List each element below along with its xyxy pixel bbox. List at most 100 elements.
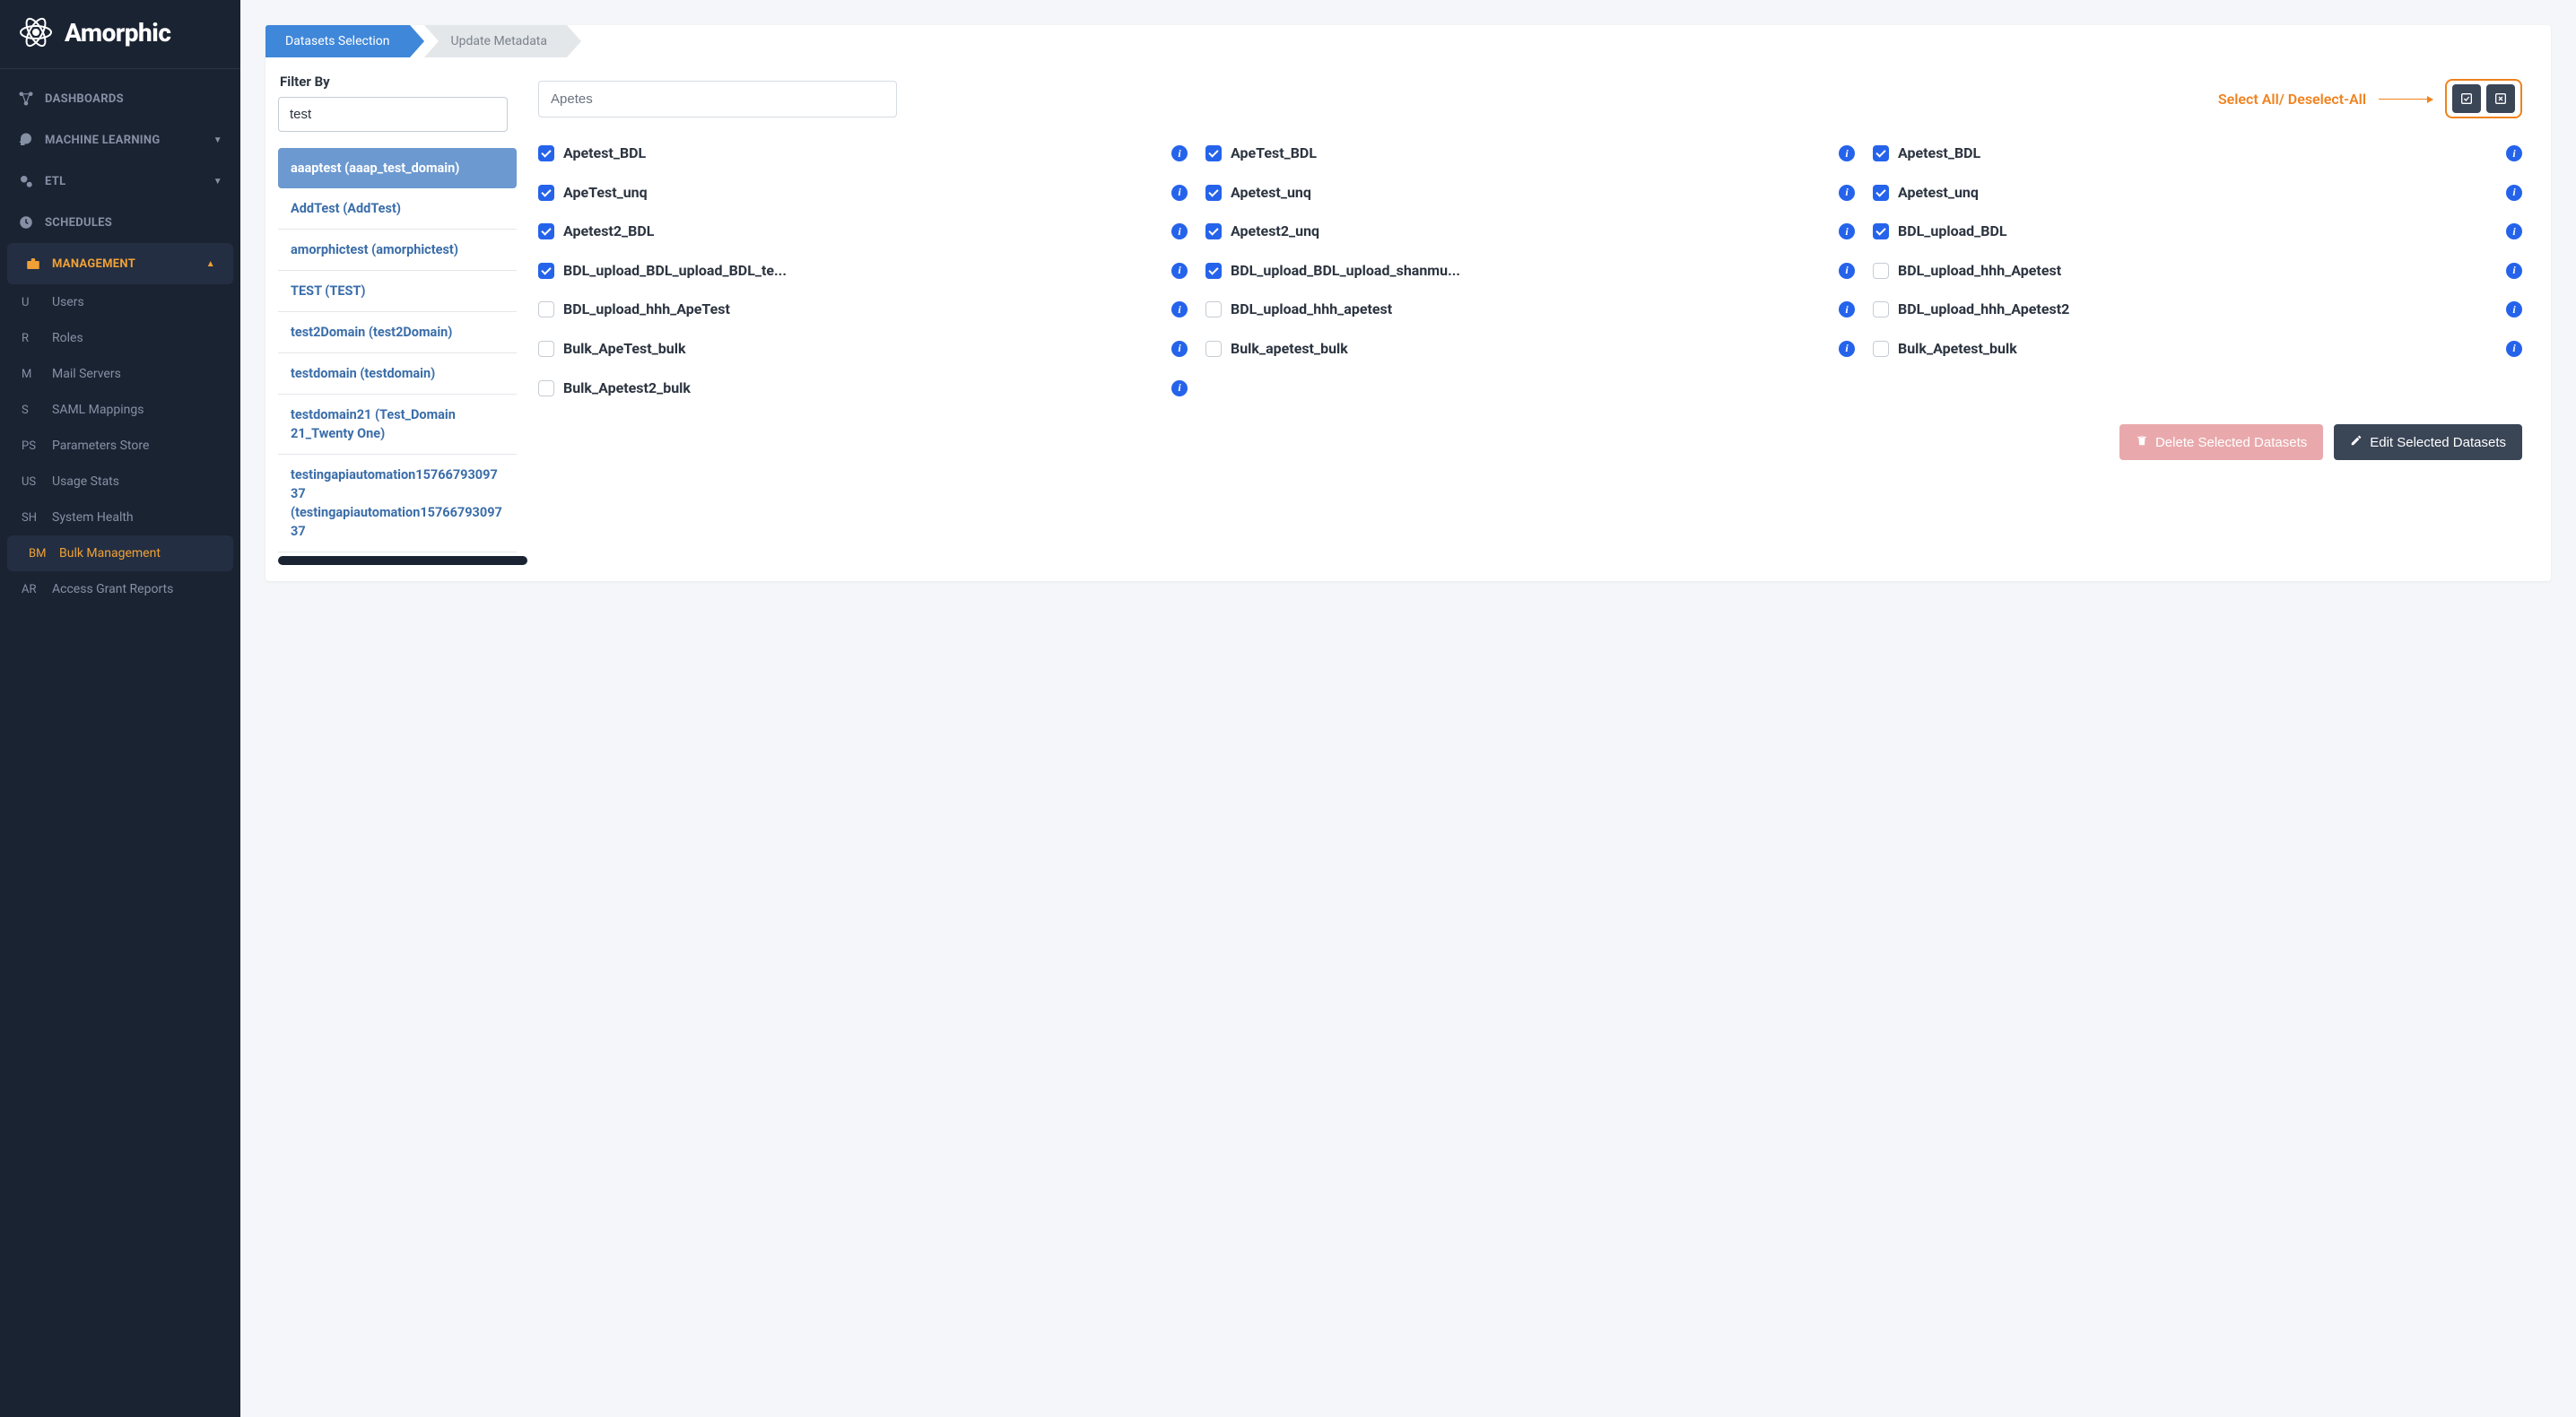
dataset-checkbox[interactable] xyxy=(1205,263,1222,279)
sub-parameters-store[interactable]: PSParameters Store xyxy=(0,428,240,464)
info-icon[interactable]: i xyxy=(1839,185,1855,201)
sub-label: Bulk Management xyxy=(59,546,161,561)
info-icon[interactable]: i xyxy=(1171,301,1188,317)
dataset-checkbox[interactable] xyxy=(1205,223,1222,239)
sub-bulk-management[interactable]: BMBulk Management xyxy=(7,535,233,571)
dataset-label: Apetest_BDL xyxy=(1898,143,2497,163)
info-icon[interactable]: i xyxy=(2506,263,2522,279)
filter-input[interactable] xyxy=(278,97,508,132)
dataset-item: Bulk_Apetest_bulki xyxy=(1873,339,2522,359)
dataset-label: ApeTest_unq xyxy=(563,183,1162,203)
info-icon[interactable]: i xyxy=(1171,223,1188,239)
dataset-checkbox[interactable] xyxy=(538,380,554,396)
info-icon[interactable]: i xyxy=(1171,145,1188,161)
delete-selected-button[interactable]: Delete Selected Datasets xyxy=(2119,424,2323,460)
nav-machine-learning[interactable]: MACHINE LEARNING ▼ xyxy=(0,119,240,161)
dataset-label: BDL_upload_hhh_ApeTest xyxy=(563,300,1162,319)
info-icon[interactable]: i xyxy=(2506,301,2522,317)
dataset-checkbox[interactable] xyxy=(1205,145,1222,161)
card: Datasets Selection Update Metadata Filte… xyxy=(265,25,2551,581)
info-icon[interactable]: i xyxy=(1171,341,1188,357)
sub-nav: UUsers RRoles MMail Servers SSAML Mappin… xyxy=(0,284,240,607)
info-icon[interactable]: i xyxy=(2506,223,2522,239)
dataset-item: BDL_upload_hhh_Apetesti xyxy=(1873,261,2522,281)
sub-users[interactable]: UUsers xyxy=(0,284,240,320)
domain-item[interactable]: amorphictest (amorphictest) xyxy=(278,230,517,271)
dataset-search-input[interactable] xyxy=(538,81,897,117)
chevron-down-icon: ▼ xyxy=(213,135,222,145)
dataset-item: BDL_upload_BDL i xyxy=(1873,222,2522,241)
dataset-checkbox[interactable] xyxy=(538,223,554,239)
dataset-checkbox[interactable] xyxy=(1205,185,1222,201)
domain-item[interactable]: AddTest (AddTest) xyxy=(278,188,517,230)
head-icon xyxy=(18,132,45,148)
arrow-icon xyxy=(2379,99,2432,100)
nav-label: MACHINE LEARNING xyxy=(45,134,161,147)
network-icon xyxy=(18,91,45,107)
dataset-label: BDL_upload_BDL_upload_BDL_te... xyxy=(563,261,1162,281)
info-icon[interactable]: i xyxy=(1839,263,1855,279)
info-icon[interactable]: i xyxy=(1839,145,1855,161)
nav-schedules[interactable]: SCHEDULES xyxy=(0,202,240,243)
domain-item[interactable]: test2Domain (test2Domain) xyxy=(278,312,517,353)
dataset-item: ApeTest_unq i xyxy=(538,183,1188,203)
dataset-checkbox[interactable] xyxy=(1205,301,1222,317)
nav-etl[interactable]: ETL ▼ xyxy=(0,161,240,202)
sub-saml-mappings[interactable]: SSAML Mappings xyxy=(0,392,240,428)
dataset-label: Apetest2_BDL xyxy=(563,222,1162,241)
select-all-button[interactable] xyxy=(2452,84,2481,113)
info-icon[interactable]: i xyxy=(1171,185,1188,201)
info-icon[interactable]: i xyxy=(2506,341,2522,357)
dataset-label: Bulk_apetest_bulk xyxy=(1231,339,1830,359)
domain-item[interactable]: testingapiautomation1576679309737 (testi… xyxy=(278,455,517,552)
sub-usage-stats[interactable]: USUsage Stats xyxy=(0,464,240,500)
nav-management[interactable]: MANAGEMENT ▲ xyxy=(7,243,233,284)
dataset-checkbox[interactable] xyxy=(538,145,554,161)
dataset-checkbox[interactable] xyxy=(1873,301,1889,317)
info-icon[interactable]: i xyxy=(2506,185,2522,201)
tab-datasets-selection[interactable]: Datasets Selection xyxy=(265,25,410,57)
edit-selected-button[interactable]: Edit Selected Datasets xyxy=(2334,424,2522,460)
nav-dashboards[interactable]: DASHBOARDS xyxy=(0,78,240,119)
info-icon[interactable]: i xyxy=(1171,263,1188,279)
dataset-checkbox[interactable] xyxy=(1873,263,1889,279)
tab-update-metadata[interactable]: Update Metadata xyxy=(424,25,567,57)
domain-item[interactable]: testdomain21 (Test_Domain 21_Twenty One) xyxy=(278,395,517,455)
brand-title: Amorphic xyxy=(65,18,170,48)
info-icon[interactable]: i xyxy=(1171,380,1188,396)
dataset-label: BDL_upload_hhh_Apetest2 xyxy=(1898,300,2497,319)
dataset-checkbox[interactable] xyxy=(1205,341,1222,357)
dataset-checkbox[interactable] xyxy=(538,263,554,279)
gears-icon xyxy=(18,173,45,189)
dataset-item: BDL_upload_hhh_ApeTest i xyxy=(538,300,1188,319)
info-icon[interactable]: i xyxy=(1839,223,1855,239)
info-icon[interactable]: i xyxy=(1839,341,1855,357)
scrollbar-thumb[interactable] xyxy=(278,556,527,565)
domain-item[interactable]: testdomain (testdomain) xyxy=(278,353,517,395)
dataset-item: ApeTest_BDLi xyxy=(1205,143,1855,163)
dataset-label: BDL_upload_BDL xyxy=(1898,222,2497,241)
dataset-item: Bulk_ApeTest_bulki xyxy=(538,339,1188,359)
info-icon[interactable]: i xyxy=(2506,145,2522,161)
sub-access-grant-reports[interactable]: ARAccess Grant Reports xyxy=(0,571,240,607)
deselect-all-button[interactable] xyxy=(2486,84,2515,113)
domain-item[interactable]: aaaptest (aaap_test_domain) xyxy=(278,148,517,188)
domain-item[interactable]: TEST (TEST) xyxy=(278,271,517,312)
sub-system-health[interactable]: SHSystem Health xyxy=(0,500,240,535)
dataset-checkbox[interactable] xyxy=(538,341,554,357)
dataset-checkbox[interactable] xyxy=(1873,341,1889,357)
pencil-icon xyxy=(2350,434,2363,450)
dataset-checkbox[interactable] xyxy=(1873,145,1889,161)
sub-mail-servers[interactable]: MMail Servers xyxy=(0,356,240,392)
dataset-item: Apetest_unqi xyxy=(1873,183,2522,203)
dataset-checkbox[interactable] xyxy=(1873,223,1889,239)
dataset-item: Apetest2_unqi xyxy=(1205,222,1855,241)
nav-label: MANAGEMENT xyxy=(52,257,135,271)
sub-roles[interactable]: RRoles xyxy=(0,320,240,356)
dataset-checkbox[interactable] xyxy=(1873,185,1889,201)
info-icon[interactable]: i xyxy=(1839,301,1855,317)
dataset-checkbox[interactable] xyxy=(538,301,554,317)
dataset-checkbox[interactable] xyxy=(538,185,554,201)
dataset-label: BDL_upload_hhh_apetest xyxy=(1231,300,1830,319)
brand: Amorphic xyxy=(0,0,240,69)
